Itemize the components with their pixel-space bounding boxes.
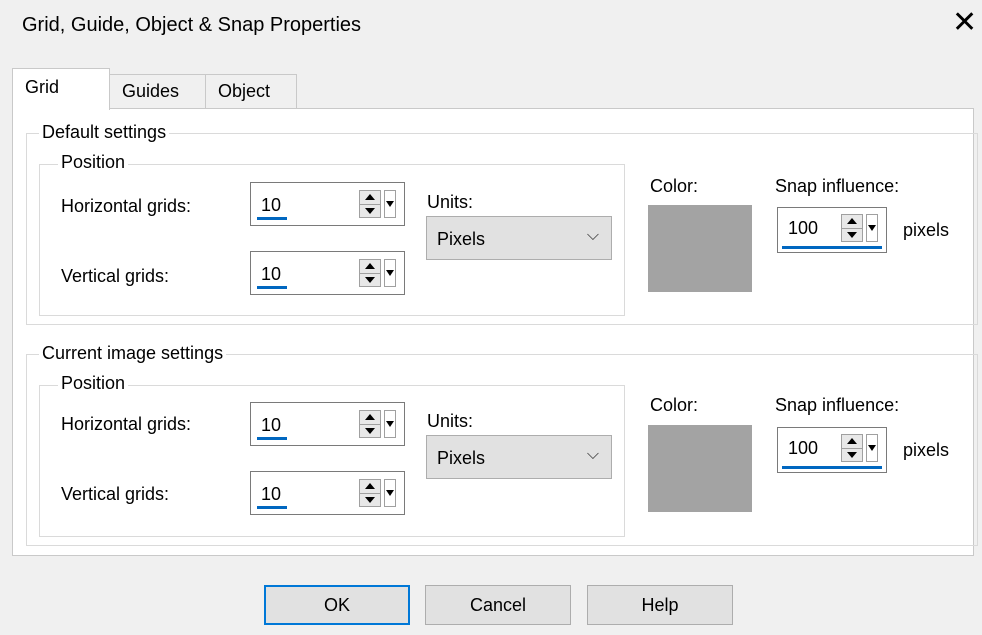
close-icon[interactable]: ✕ [952, 8, 977, 38]
current-horizontal-spinner[interactable] [359, 410, 381, 438]
spin-down-icon[interactable] [360, 274, 380, 287]
spin-up-icon[interactable] [842, 215, 862, 229]
current-vertical-value: 10 [261, 484, 282, 504]
chevron-down-icon: ⌵ [586, 446, 599, 463]
default-snap-spinner[interactable] [841, 214, 863, 242]
spin-up-icon[interactable] [842, 435, 862, 449]
default-snap-label: Snap influence: [775, 176, 900, 196]
current-snap-value: 100 [788, 438, 819, 458]
spin-up-icon[interactable] [360, 411, 380, 425]
current-vertical-spinner[interactable] [359, 479, 381, 507]
current-color-swatch[interactable] [648, 425, 752, 512]
current-snap-input[interactable]: 100 [777, 427, 887, 473]
current-horizontal-label: Horizontal grids: [61, 414, 192, 434]
default-color-label: Color: [650, 176, 699, 196]
default-units-label: Units: [427, 192, 474, 212]
focus-underline [782, 466, 882, 469]
focus-underline [782, 246, 882, 249]
focus-underline [257, 437, 287, 440]
chevron-down-icon: ⌵ [586, 227, 599, 244]
current-horizontal-dropdown-icon[interactable] [384, 410, 396, 438]
default-position-label: Position [58, 152, 129, 173]
spin-down-icon[interactable] [360, 494, 380, 507]
spin-down-icon[interactable] [360, 425, 380, 438]
default-horizontal-input[interactable]: 10 [250, 182, 405, 226]
grid-tab-panel: Default settings Position Horizontal gri… [12, 108, 978, 556]
spin-down-icon[interactable] [842, 449, 862, 462]
focus-underline [257, 217, 287, 220]
focus-underline [257, 286, 287, 289]
focus-underline [257, 506, 287, 509]
current-snap-unit: pixels [903, 440, 950, 460]
current-horizontal-input[interactable]: 10 [250, 402, 405, 446]
help-button[interactable]: Help [587, 585, 733, 625]
spin-up-icon[interactable] [360, 480, 380, 494]
current-horizontal-value: 10 [261, 415, 282, 435]
spin-down-icon[interactable] [360, 205, 380, 218]
default-vertical-input[interactable]: 10 [250, 251, 405, 295]
spin-down-icon[interactable] [842, 229, 862, 242]
current-snap-label: Snap influence: [775, 395, 900, 415]
default-units-value: Pixels [437, 229, 486, 249]
default-vertical-dropdown-icon[interactable] [384, 259, 396, 287]
current-vertical-dropdown-icon[interactable] [384, 479, 396, 507]
current-color-label: Color: [650, 395, 699, 415]
default-horizontal-spinner[interactable] [359, 190, 381, 218]
current-vertical-input[interactable]: 10 [250, 471, 405, 515]
default-units-select[interactable]: Pixels ⌵ [426, 216, 612, 260]
ok-button[interactable]: OK [264, 585, 410, 625]
current-vertical-label: Vertical grids: [61, 484, 170, 504]
default-snap-dropdown-icon[interactable] [866, 214, 878, 242]
dialog-title: Grid, Guide, Object & Snap Properties [22, 14, 362, 36]
default-color-swatch[interactable] [648, 205, 752, 292]
default-snap-value: 100 [788, 218, 819, 238]
default-vertical-spinner[interactable] [359, 259, 381, 287]
current-position-label: Position [58, 373, 129, 394]
tab-grid[interactable]: Grid [12, 68, 110, 110]
tab-object[interactable]: Object [205, 74, 297, 108]
current-units-label: Units: [427, 411, 474, 431]
default-horizontal-dropdown-icon[interactable] [384, 190, 396, 218]
spin-up-icon[interactable] [360, 260, 380, 274]
default-snap-unit: pixels [903, 220, 950, 240]
current-image-settings-label: Current image settings [39, 343, 227, 364]
default-vertical-label: Vertical grids: [61, 266, 170, 286]
tab-guides[interactable]: Guides [109, 74, 206, 108]
default-horizontal-label: Horizontal grids: [61, 196, 192, 216]
current-units-value: Pixels [437, 448, 486, 468]
default-snap-input[interactable]: 100 [777, 207, 887, 253]
current-snap-dropdown-icon[interactable] [866, 434, 878, 462]
current-units-select[interactable]: Pixels ⌵ [426, 435, 612, 479]
cancel-button[interactable]: Cancel [425, 585, 571, 625]
current-snap-spinner[interactable] [841, 434, 863, 462]
spin-up-icon[interactable] [360, 191, 380, 205]
default-settings-label: Default settings [39, 122, 170, 143]
default-horizontal-value: 10 [261, 195, 282, 215]
default-vertical-value: 10 [261, 264, 282, 284]
